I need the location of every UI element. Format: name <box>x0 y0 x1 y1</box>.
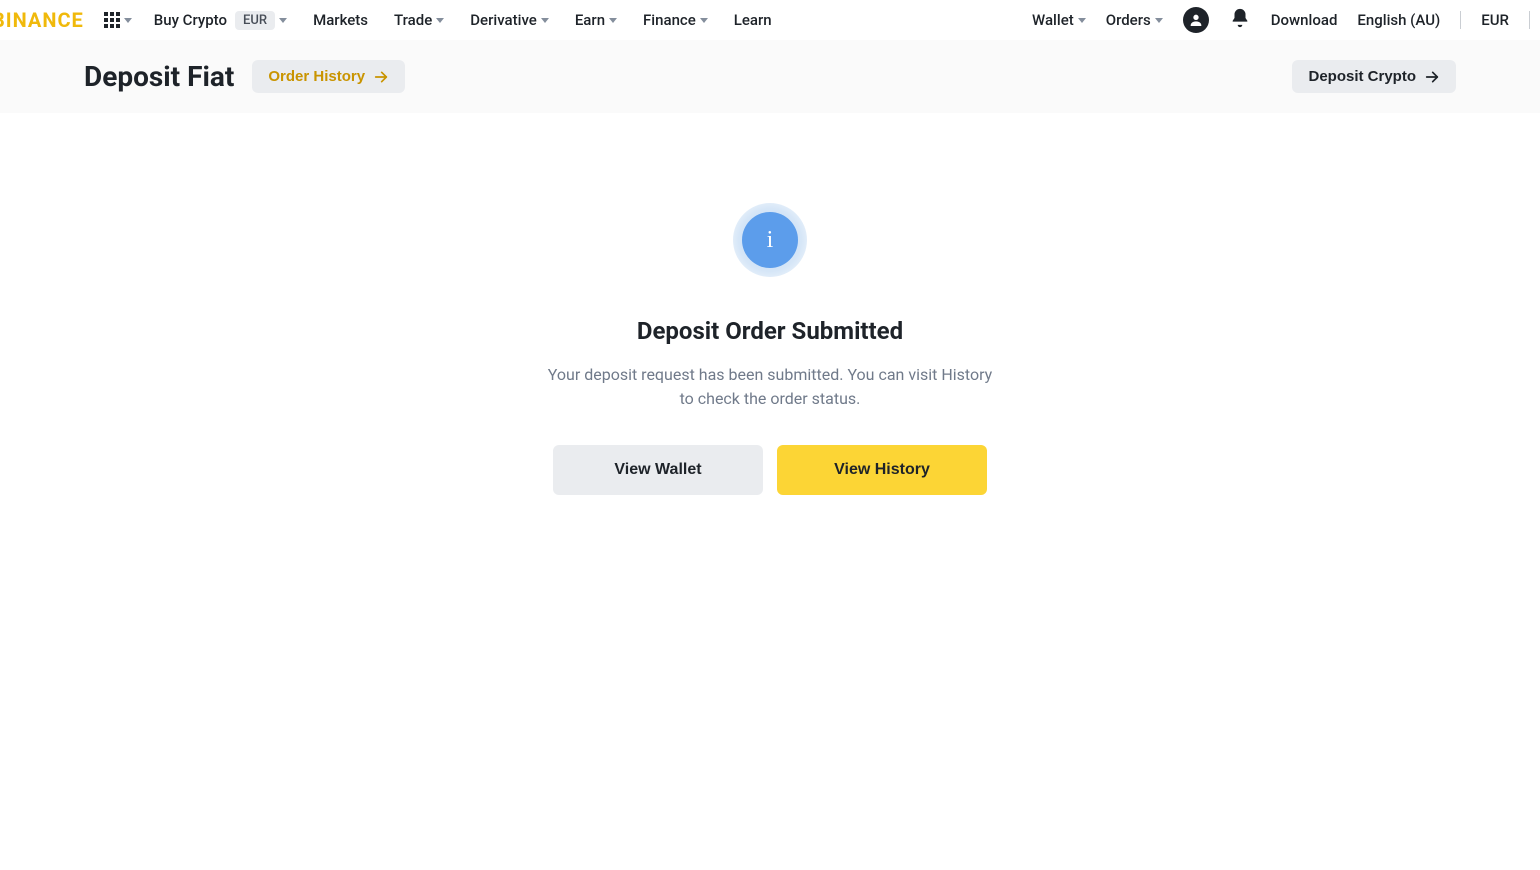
bell-icon <box>1229 7 1251 29</box>
status-description: Your deposit request has been submitted.… <box>540 363 1000 411</box>
arrow-right-icon <box>1424 69 1440 85</box>
nav-trade[interactable]: Trade <box>394 11 444 29</box>
nav-learn-label: Learn <box>734 11 772 29</box>
nav-language-label: English (AU) <box>1357 11 1440 29</box>
nav-download-label: Download <box>1271 11 1338 29</box>
info-icon: i <box>733 203 807 277</box>
nav-currency[interactable]: EUR <box>1481 11 1509 29</box>
logo[interactable]: BINANCE <box>0 8 84 32</box>
nav-wallet-label: Wallet <box>1032 11 1074 29</box>
nav-earn-label: Earn <box>575 11 605 29</box>
subheader: Deposit Fiat Order History Deposit Crypt… <box>0 40 1540 113</box>
user-icon <box>1188 12 1204 28</box>
nav-derivative-label: Derivative <box>470 11 537 29</box>
nav-learn[interactable]: Learn <box>734 11 772 29</box>
deposit-crypto-label: Deposit Crypto <box>1308 68 1416 85</box>
chevron-down-icon <box>541 18 549 23</box>
nav-left: Buy Crypto EUR Markets Trade Derivative … <box>154 11 772 30</box>
nav-markets[interactable]: Markets <box>313 11 368 29</box>
user-account-button[interactable] <box>1183 7 1209 33</box>
chevron-down-icon <box>436 18 444 23</box>
chevron-down-icon <box>609 18 617 23</box>
page-title: Deposit Fiat <box>84 60 234 93</box>
chevron-down-icon <box>1155 18 1163 23</box>
arrow-right-icon <box>373 69 389 85</box>
status-title: Deposit Order Submitted <box>637 317 903 345</box>
nav-buy-crypto-label: Buy Crypto <box>154 11 227 29</box>
nav-currency-label: EUR <box>1481 11 1509 29</box>
nav-markets-label: Markets <box>313 11 368 29</box>
deposit-crypto-button[interactable]: Deposit Crypto <box>1292 60 1456 93</box>
order-history-label: Order History <box>268 68 365 85</box>
chevron-down-icon <box>700 18 708 23</box>
nav-download[interactable]: Download <box>1271 11 1338 29</box>
notifications-button[interactable] <box>1229 7 1251 33</box>
apps-grid-icon <box>104 12 120 28</box>
nav-derivative[interactable]: Derivative <box>470 11 549 29</box>
view-history-button[interactable]: View History <box>777 445 987 495</box>
nav-finance-label: Finance <box>643 11 696 29</box>
view-wallet-button[interactable]: View Wallet <box>553 445 763 495</box>
order-history-button[interactable]: Order History <box>252 60 405 93</box>
nav-orders[interactable]: Orders <box>1106 11 1163 29</box>
main-content: i Deposit Order Submitted Your deposit r… <box>0 113 1540 495</box>
nav-wallet[interactable]: Wallet <box>1032 11 1086 29</box>
action-buttons: View Wallet View History <box>553 445 987 495</box>
chevron-down-icon <box>1078 18 1086 23</box>
nav-trade-label: Trade <box>394 11 432 29</box>
divider <box>1529 11 1530 29</box>
nav-right: Wallet Orders Download English (AU) EUR <box>1032 7 1540 33</box>
nav-buy-crypto[interactable]: Buy Crypto EUR <box>154 11 287 30</box>
top-nav: BINANCE Buy Crypto EUR Markets Trade Der… <box>0 0 1540 40</box>
nav-earn[interactable]: Earn <box>575 11 617 29</box>
chevron-down-icon <box>279 18 287 23</box>
nav-buy-crypto-currency-badge: EUR <box>235 11 275 30</box>
divider <box>1460 11 1461 29</box>
nav-finance[interactable]: Finance <box>643 11 708 29</box>
nav-language[interactable]: English (AU) <box>1357 11 1440 29</box>
nav-orders-label: Orders <box>1106 11 1151 29</box>
chevron-down-icon <box>124 18 132 23</box>
apps-menu-button[interactable] <box>104 12 132 28</box>
